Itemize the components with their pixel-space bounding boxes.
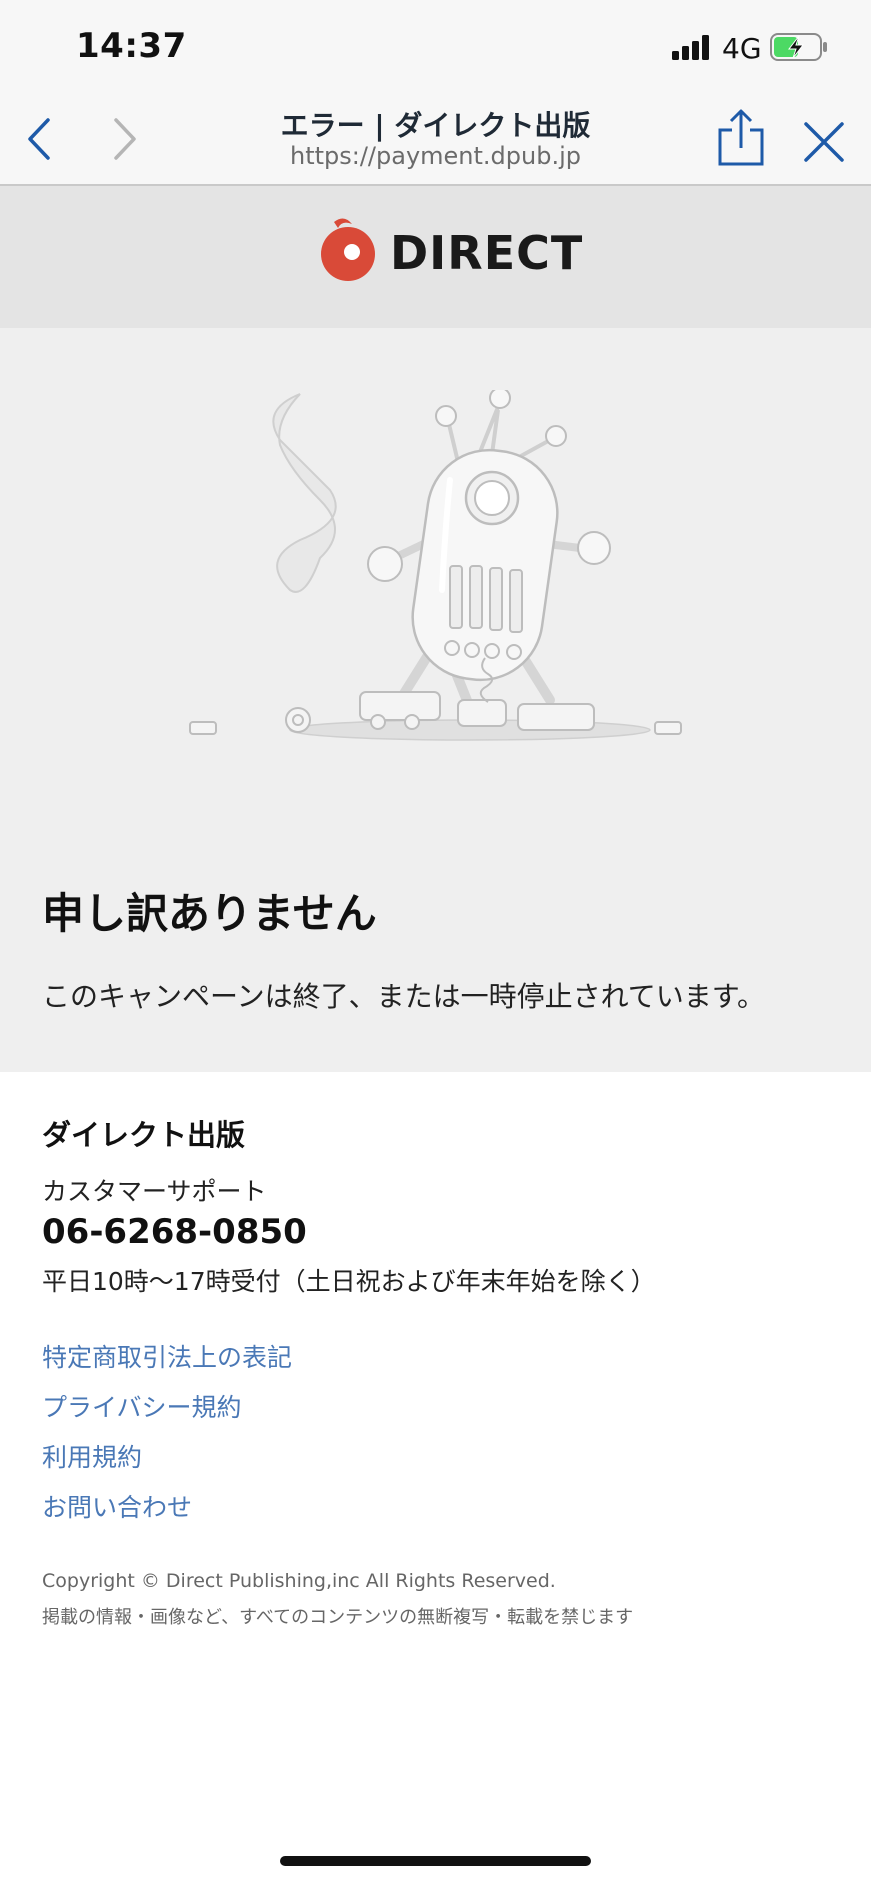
error-message: このキャンペーンは終了、または一時停止されています。 xyxy=(42,980,765,1013)
logo-text: DIRECT xyxy=(390,226,584,280)
copyright-notice: 掲載の情報・画像など、すべてのコンテンツの無断複写・転載を禁じます xyxy=(42,1607,634,1628)
link-contact[interactable]: お問い合わせ xyxy=(42,1488,192,1524)
network-type: 4G xyxy=(722,32,762,65)
footer: ダイレクト出版 カスタマーサポート 06-6268-0850 平日10時〜17時… xyxy=(0,1072,871,1884)
support-phone[interactable]: 06-6268-0850 xyxy=(42,1212,307,1252)
link-terms-of-use[interactable]: 利用規約 xyxy=(42,1438,142,1474)
share-icon[interactable] xyxy=(716,108,766,168)
link-tokushoho[interactable]: 特定商取引法上の表記 xyxy=(42,1338,292,1374)
error-section: 申し訳ありません このキャンペーンは終了、または一時停止されています。 xyxy=(0,328,871,1072)
broken-robot-illustration xyxy=(189,390,682,741)
copyright: Copyright © Direct Publishing,inc All Ri… xyxy=(42,1570,556,1592)
error-heading: 申し訳ありません xyxy=(42,889,377,938)
close-icon[interactable] xyxy=(802,120,846,164)
browser-toolbar: エラー | ダイレクト出版 https://payment.dpub.jp xyxy=(0,96,871,186)
signal-icon xyxy=(672,34,710,60)
support-hours: 平日10時〜17時受付（土日祝および年末年始を除く） xyxy=(42,1267,656,1296)
site-header: DIRECT xyxy=(0,186,871,328)
support-label: カスタマーサポート xyxy=(42,1177,267,1206)
home-indicator[interactable] xyxy=(280,1856,591,1866)
status-bar: 14:37 4G xyxy=(0,0,871,96)
company-name: ダイレクト出版 xyxy=(42,1118,246,1152)
link-privacy-policy[interactable]: プライバシー規約 xyxy=(42,1388,242,1424)
status-time: 14:37 xyxy=(76,26,187,66)
battery-charging-icon xyxy=(770,33,827,61)
direct-logo-icon xyxy=(321,218,375,281)
